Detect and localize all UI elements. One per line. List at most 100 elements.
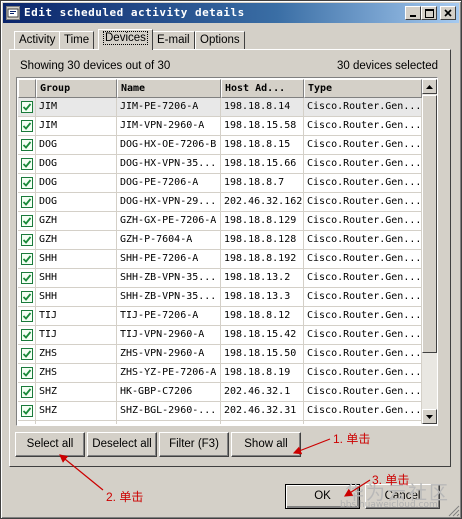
- table-row[interactable]: SHZSHZ-BGL-7206T202.46.32.1Cisco.Router.…: [18, 421, 422, 424]
- cell-group: DOG: [36, 174, 117, 193]
- tab-activity[interactable]: Activity: [14, 31, 61, 49]
- row-checkbox[interactable]: [21, 215, 33, 227]
- row-checkbox-cell: [18, 326, 36, 345]
- cell-host-address: 198.18.13.3: [221, 288, 304, 307]
- row-checkbox-cell: [18, 269, 36, 288]
- cell-type: Cisco.Router.Gen...: [304, 231, 422, 250]
- scroll-up-button[interactable]: [422, 79, 437, 94]
- row-checkbox[interactable]: [21, 272, 33, 284]
- table-row[interactable]: JIM JIM-VPN-2960-A 198.18.15.58 Cisco.Route…: [18, 117, 422, 136]
- cell-name: JIM-PE-7206-A: [117, 98, 221, 117]
- tab-activity-label: Activity: [19, 34, 56, 46]
- cell-name: SHZ-BGL-7206T: [117, 421, 221, 424]
- header-host-address[interactable]: Host Ad...: [221, 79, 304, 98]
- checkmark-icon: [22, 122, 32, 130]
- cell-type: Cisco.Router.Gen...: [304, 193, 422, 212]
- scroll-thumb[interactable]: [422, 95, 437, 353]
- header-name[interactable]: Name: [117, 79, 221, 98]
- title-bar[interactable]: Edit scheduled activity details: [3, 3, 459, 23]
- tab-time[interactable]: Time: [59, 31, 95, 49]
- row-checkbox[interactable]: [21, 291, 33, 303]
- devices-grid[interactable]: Group Name Host Ad... Type JIM JIM-PE-720…: [16, 77, 438, 426]
- row-checkbox-cell: [18, 212, 36, 231]
- header-checkbox-column[interactable]: [18, 79, 36, 98]
- tab-devices[interactable]: Devices: [98, 29, 153, 50]
- checkmark-icon: [22, 331, 32, 339]
- row-checkbox[interactable]: [21, 405, 33, 417]
- header-group[interactable]: Group: [36, 79, 117, 98]
- cell-type: Cisco.Router.Gen...: [304, 345, 422, 364]
- table-row[interactable]: ZHS ZHS-YZ-PE-7206-A 198.18.8.19 Cisco.Rout…: [18, 364, 422, 383]
- table-row[interactable]: SHH SHH-ZB-VPN-35... 198.18.13.3 Cisco.Rout…: [18, 288, 422, 307]
- table-row[interactable]: ZHS ZHS-VPN-2960-A 198.18.15.50 Cisco.Route…: [18, 345, 422, 364]
- table-row[interactable]: DOG DOG-HX-VPN-29... 202.46.32.162 Cisco.Ro…: [18, 193, 422, 212]
- cell-type: Cisco.Router.Gen...: [304, 402, 422, 421]
- checkmark-icon: [22, 141, 32, 149]
- row-checkbox[interactable]: [21, 177, 33, 189]
- cell-host-address: 198.18.8.12: [221, 307, 304, 326]
- table-row[interactable]: SHH SHH-ZB-VPN-35... 198.18.13.2 Cisco.Rout…: [18, 269, 422, 288]
- row-checkbox[interactable]: [21, 234, 33, 246]
- table-row[interactable]: GZH GZH-P-7604-A 198.18.8.128 Cisco.Router.…: [18, 231, 422, 250]
- cell-type: Cisco.Router.Gen...: [304, 421, 422, 424]
- row-checkbox-cell: [18, 383, 36, 402]
- table-row[interactable]: TIJ TIJ-VPN-2960-A 198.18.15.42 Cisco.Route…: [18, 326, 422, 345]
- cell-host-address: 202.46.32.31: [221, 402, 304, 421]
- maximize-button[interactable]: [421, 6, 437, 20]
- minimize-button[interactable]: [405, 6, 421, 20]
- row-checkbox-cell: [18, 174, 36, 193]
- cell-type: Cisco.Router.Gen...: [304, 250, 422, 269]
- header-type[interactable]: Type: [304, 79, 422, 98]
- row-checkbox[interactable]: [21, 348, 33, 360]
- row-checkbox[interactable]: [21, 329, 33, 341]
- checkmark-icon: [22, 217, 32, 225]
- table-row[interactable]: SHZ HK-GBP-C7206 202.46.32.1 Cisco.Router.G…: [18, 383, 422, 402]
- tab-email[interactable]: E-mail: [152, 31, 195, 49]
- table-row[interactable]: TIJ TIJ-PE-7206-A 198.18.8.12 Cisco.Router.…: [18, 307, 422, 326]
- table-row[interactable]: DOG DOG-PE-7206-A 198.18.8.7 Cisco.Router.G…: [18, 174, 422, 193]
- cell-group: SHZ: [36, 421, 117, 424]
- cell-host-address: 198.18.8.14: [221, 98, 304, 117]
- checkmark-icon: [22, 350, 32, 358]
- row-checkbox[interactable]: [21, 101, 33, 113]
- cell-type: Cisco.Router.Gen...: [304, 288, 422, 307]
- row-checkbox[interactable]: [21, 367, 33, 379]
- cell-type: Cisco.Router.Gen...: [304, 307, 422, 326]
- row-checkbox[interactable]: [21, 196, 33, 208]
- checkmark-icon: [22, 274, 32, 282]
- row-checkbox-cell: [18, 345, 36, 364]
- scroll-down-button[interactable]: [422, 409, 437, 424]
- close-button[interactable]: [440, 6, 456, 20]
- cell-type: Cisco.Router.Gen...: [304, 326, 422, 345]
- tab-options[interactable]: Options: [195, 31, 245, 49]
- maximize-icon: [424, 8, 434, 18]
- row-checkbox[interactable]: [21, 139, 33, 151]
- cell-host-address: 202.46.32.162: [221, 193, 304, 212]
- row-checkbox[interactable]: [21, 310, 33, 322]
- row-checkbox[interactable]: [21, 386, 33, 398]
- row-checkbox[interactable]: [21, 158, 33, 170]
- checkmark-icon: [22, 179, 32, 187]
- deselect-all-button[interactable]: Deselect all: [87, 432, 157, 457]
- table-row[interactable]: JIM JIM-PE-7206-A 198.18.8.14 Cisco.Router.…: [18, 98, 422, 117]
- annotation-step-3: 3. 单击: [372, 473, 410, 487]
- row-checkbox[interactable]: [21, 253, 33, 265]
- table-row[interactable]: SHH SHH-PE-7206-A 198.18.8.192 Cisco.Router…: [18, 250, 422, 269]
- checkmark-icon: [22, 388, 32, 396]
- row-checkbox[interactable]: [21, 120, 33, 132]
- table-row[interactable]: GZH GZH-GX-PE-7206-A 198.18.8.129 Cisco.Rou…: [18, 212, 422, 231]
- vertical-scrollbar[interactable]: [422, 79, 437, 424]
- resize-grip-icon[interactable]: [448, 505, 460, 517]
- table-row[interactable]: DOG DOG-HX-VPN-35... 198.18.15.66 Cisco.Rou…: [18, 155, 422, 174]
- row-checkbox-cell: [18, 136, 36, 155]
- select-all-button[interactable]: Select all: [15, 432, 85, 457]
- cell-name: DOG-HX-VPN-35...: [117, 155, 221, 174]
- filter-button[interactable]: Filter (F3): [159, 432, 229, 457]
- table-row[interactable]: DOG DOG-HX-OE-7206-B 198.18.8.15 Cisco.Rout…: [18, 136, 422, 155]
- cell-type: Cisco.Router.Gen...: [304, 155, 422, 174]
- table-row[interactable]: SHZ SHZ-BGL-2960-... 202.46.32.31 Cisco.Rou…: [18, 402, 422, 421]
- row-checkbox-cell: [18, 402, 36, 421]
- cell-name: SHH-ZB-VPN-35...: [117, 288, 221, 307]
- show-all-button[interactable]: Show all: [231, 432, 301, 457]
- cell-group: SHH: [36, 288, 117, 307]
